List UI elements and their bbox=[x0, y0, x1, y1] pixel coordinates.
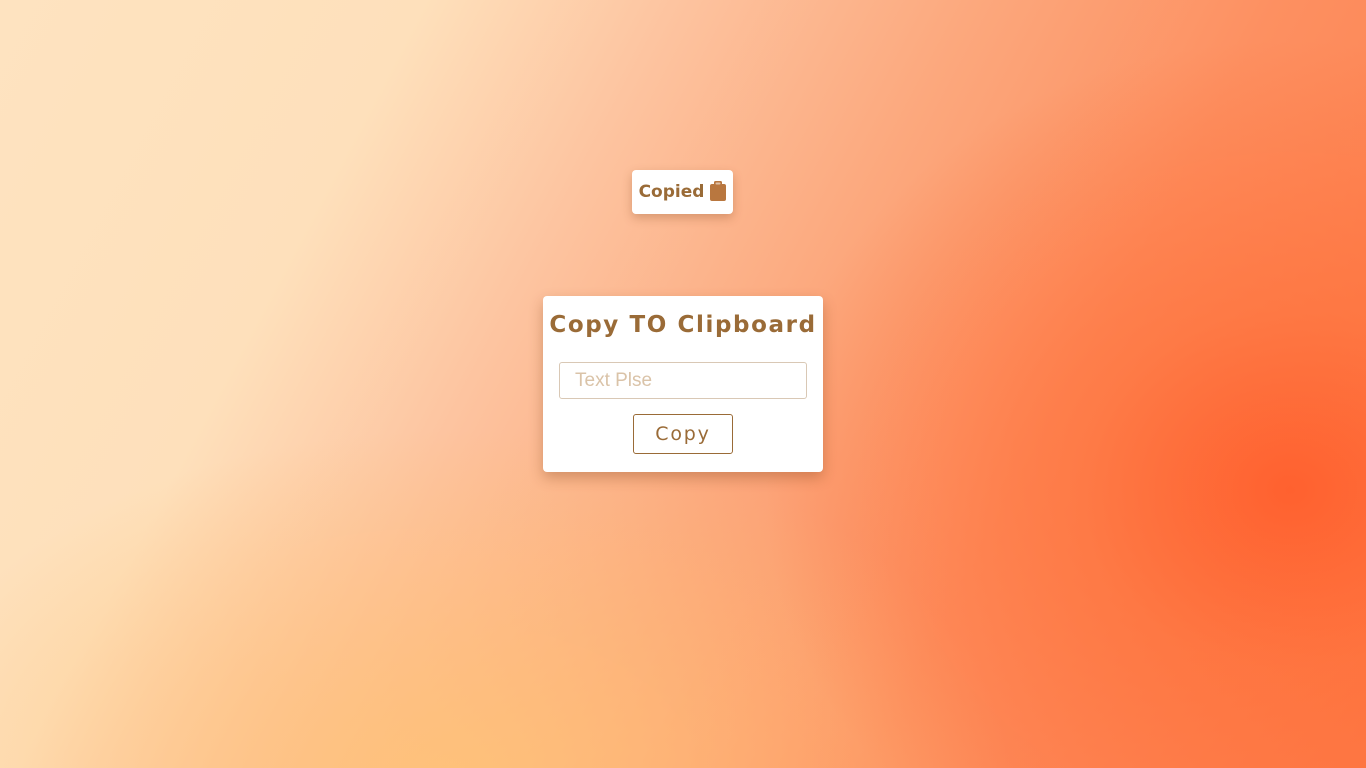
copy-button[interactable]: Copy bbox=[633, 414, 733, 454]
toast-label: Copied bbox=[638, 182, 705, 202]
text-input[interactable] bbox=[559, 362, 807, 399]
card-title: Copy TO Clipboard bbox=[549, 312, 817, 338]
copy-card: Copy TO Clipboard Copy bbox=[543, 296, 823, 472]
copied-toast: Copied bbox=[632, 170, 733, 214]
clipboard-icon bbox=[710, 181, 727, 201]
